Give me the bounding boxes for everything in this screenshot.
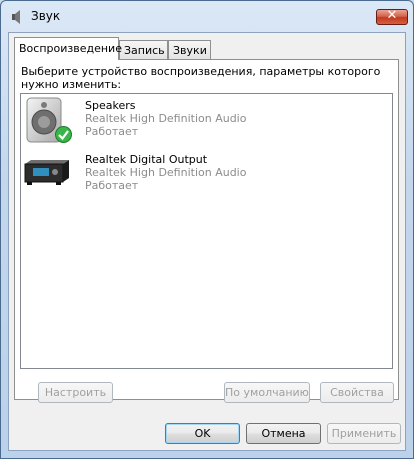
playback-panel: Выберите устройство воспроизведения, пар… bbox=[14, 59, 399, 403]
device-status: Работает bbox=[85, 125, 139, 138]
device-name: Realtek Digital Output bbox=[85, 153, 208, 166]
device-status: Работает bbox=[85, 179, 139, 192]
list-item-speakers[interactable]: Speakers Realtek High Definition Audio Р… bbox=[23, 96, 390, 148]
digital-output-icon bbox=[24, 160, 69, 185]
ok-button[interactable]: OK bbox=[165, 423, 240, 444]
properties-button[interactable]: Свойства bbox=[320, 382, 394, 403]
window-title: Звук bbox=[31, 9, 61, 23]
tab-playback[interactable]: Воспроизведение bbox=[14, 37, 122, 60]
instruction-text: Выберите устройство воспроизведения, пар… bbox=[21, 65, 381, 91]
speaker-icon bbox=[12, 10, 20, 24]
device-driver: Realtek High Definition Audio bbox=[85, 112, 247, 125]
dialog-body: Воспроизведение Запись Звуки Выберите ус… bbox=[8, 32, 406, 451]
set-default-button[interactable]: По умолчанию bbox=[224, 382, 310, 403]
close-button[interactable]: ✕ bbox=[376, 8, 408, 25]
apply-button[interactable]: Применить bbox=[327, 423, 401, 444]
title-bar[interactable]: Звук ✕ bbox=[1, 1, 413, 31]
list-item-digital-output[interactable]: Realtek Digital Output Realtek High Defi… bbox=[23, 150, 390, 202]
tab-sounds[interactable]: Звуки bbox=[168, 40, 211, 59]
device-driver: Realtek High Definition Audio bbox=[85, 166, 247, 179]
default-check-icon bbox=[55, 126, 72, 143]
configure-button[interactable]: Настроить bbox=[38, 382, 113, 403]
device-name: Speakers bbox=[85, 99, 136, 112]
sound-dialog: Звук ✕ Воспроизведение Запись Звуки Выбе… bbox=[0, 0, 414, 459]
close-icon: ✕ bbox=[386, 8, 398, 23]
tab-recording[interactable]: Запись bbox=[119, 40, 168, 59]
device-list[interactable]: Speakers Realtek High Definition Audio Р… bbox=[20, 93, 393, 369]
cancel-button[interactable]: Отмена bbox=[246, 423, 321, 444]
